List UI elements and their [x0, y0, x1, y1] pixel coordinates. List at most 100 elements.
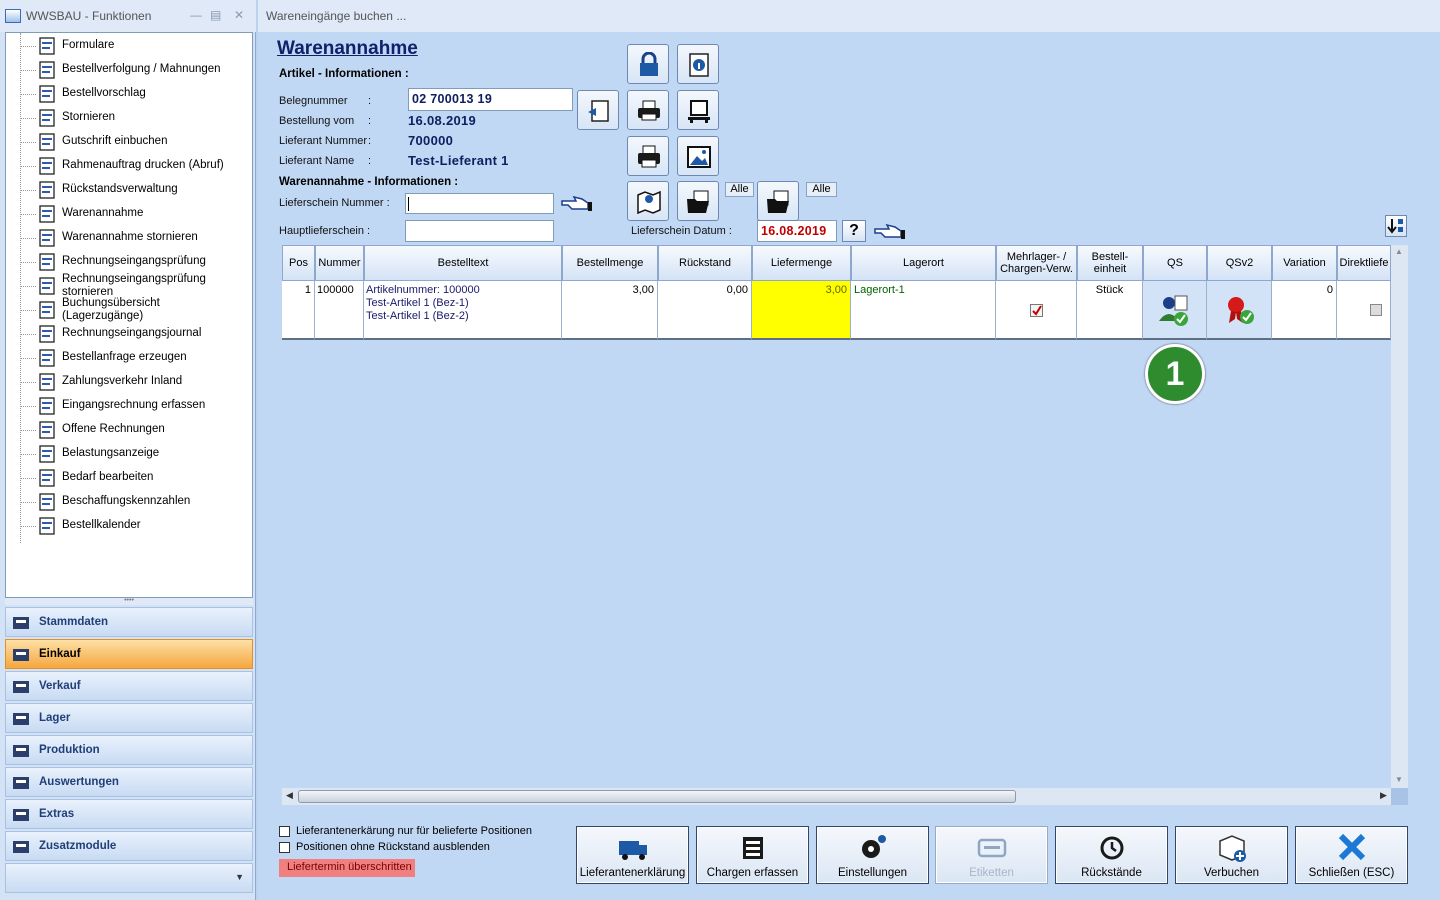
scroll-up-icon[interactable]: ▲	[1395, 247, 1403, 256]
column-header[interactable]: Rückstand	[658, 245, 752, 281]
direktlieferung-checkbox[interactable]	[1370, 304, 1382, 316]
scroll-down-icon[interactable]: ▼	[1395, 775, 1403, 784]
table-cell[interactable]: 0,00	[658, 281, 752, 340]
alle-button-2[interactable]: Alle	[806, 182, 837, 197]
tree-item[interactable]: Rückstandsverwaltung	[6, 178, 252, 202]
column-header[interactable]: QS	[1143, 245, 1207, 281]
table-cell[interactable]: 100000	[315, 281, 364, 340]
rückstände-button[interactable]: Rückstände	[1055, 826, 1168, 884]
column-header[interactable]: Lagerort	[851, 245, 996, 281]
open-folder-button-2[interactable]	[757, 181, 799, 221]
storage-button[interactable]	[677, 90, 719, 130]
lock-button[interactable]	[627, 44, 669, 84]
tree-item[interactable]: Warenannahme stornieren	[6, 226, 252, 250]
etiketten-button[interactable]: Etiketten	[935, 826, 1048, 884]
mehrlager-checkbox[interactable]	[1030, 304, 1043, 317]
qsv2-award-icon[interactable]	[1223, 293, 1257, 330]
help-button[interactable]: ?	[842, 220, 866, 242]
tree-item[interactable]: Formulare	[6, 34, 252, 58]
table-cell[interactable]	[996, 281, 1077, 340]
open-folder-button[interactable]	[677, 181, 719, 221]
close-window-icon[interactable]: ✕	[234, 8, 244, 22]
nav-produktion[interactable]: Produktion	[5, 735, 253, 765]
nav-verkauf[interactable]: Verkauf	[5, 671, 253, 701]
table-cell[interactable]: 0	[1272, 281, 1337, 340]
lieferantenerklärung-button[interactable]: Lieferantenerklärung	[576, 826, 689, 884]
chevron-down-icon[interactable]: ▼	[235, 872, 244, 882]
tree-item[interactable]: Rahmenauftrag drucken (Abruf)	[6, 154, 252, 178]
hauptlieferschein-input[interactable]	[405, 220, 554, 242]
lieferschein-nummer-input[interactable]	[405, 193, 554, 214]
vertical-scrollbar[interactable]: ▲ ▼	[1391, 245, 1408, 788]
table-cell[interactable]	[1337, 281, 1391, 340]
tree-item[interactable]: Bestellanfrage erzeugen	[6, 346, 252, 370]
tree-item[interactable]: Warenannahme	[6, 202, 252, 226]
column-header[interactable]: Mehrlager- / Chargen-Verw.	[996, 245, 1077, 281]
tree-item[interactable]: Bestellverfolgung / Mahnungen	[6, 58, 252, 82]
tree-item[interactable]: Buchungsübersicht (Lagerzugänge)	[6, 297, 252, 322]
table-cell[interactable]: Artikelnummer: 100000 Test-Artikel 1 (Bez…	[364, 281, 562, 340]
pointing-hand-icon[interactable]	[560, 193, 594, 215]
column-header[interactable]: Variation	[1272, 245, 1337, 281]
nav-extras[interactable]: Extras	[5, 799, 253, 829]
horizontal-scroll-thumb[interactable]	[298, 790, 1016, 803]
verbuchen-button[interactable]: Verbuchen	[1175, 826, 1288, 884]
tree-item[interactable]: Belastungsanzeige	[6, 442, 252, 466]
nav-auswertungen[interactable]: Auswertungen	[5, 767, 253, 797]
qs-certificate-icon[interactable]	[1157, 293, 1191, 330]
alle-button-1[interactable]: Alle	[725, 182, 754, 197]
column-header[interactable]: Pos	[282, 245, 315, 281]
tree-item[interactable]: Eingangsrechnung erfassen	[6, 394, 252, 418]
column-header[interactable]: Nummer	[315, 245, 364, 281]
map-button[interactable]	[627, 181, 669, 221]
minimize-icon[interactable]: —	[190, 8, 202, 22]
nav-zusatzmodule[interactable]: Zusatzmodule	[5, 831, 253, 861]
table-cell[interactable]: 1	[282, 281, 315, 340]
schließen-esc-button[interactable]: Schließen (ESC)	[1295, 826, 1408, 884]
column-header[interactable]: Bestellmenge	[562, 245, 658, 281]
lieferschein-datum-input[interactable]: 16.08.2019	[757, 220, 837, 242]
tree-item[interactable]: Offene Rechnungen	[6, 418, 252, 442]
column-header[interactable]: Liefermenge	[752, 245, 851, 281]
column-header[interactable]: Direktliefe	[1337, 245, 1391, 281]
image-button[interactable]	[677, 136, 719, 176]
tree-item[interactable]: Bestellvorschlag	[6, 82, 252, 106]
table-cell[interactable]	[1207, 281, 1272, 340]
nav-einkauf[interactable]: Einkauf	[5, 639, 253, 669]
nav-lager[interactable]: Lager	[5, 703, 253, 733]
belegnummer-input[interactable]: 02 700013 19	[408, 88, 573, 111]
tree-item[interactable]: Stornieren	[6, 106, 252, 130]
tree-item[interactable]: Rechnungseingangsprüfung stornieren	[6, 273, 252, 298]
column-header[interactable]: QSv2	[1207, 245, 1272, 281]
scroll-right-icon[interactable]: ▶	[1380, 790, 1387, 801]
hide-no-backlog-checkbox[interactable]	[279, 842, 290, 853]
table-cell[interactable]: 3,00	[562, 281, 658, 340]
table-cell[interactable]: Lagerort-1	[851, 281, 996, 340]
nav-stammdaten[interactable]: Stammdaten	[5, 607, 253, 637]
tree-item[interactable]: Zahlungsverkehr Inland	[6, 370, 252, 394]
einstellungen-button[interactable]: Einstellungen	[816, 826, 929, 884]
tree-item[interactable]: Beschaffungskennzahlen	[6, 490, 252, 514]
tree-item[interactable]: Gutschrift einbuchen	[6, 130, 252, 154]
pointing-hand-icon[interactable]	[873, 221, 907, 243]
table-cell[interactable]: 3,00	[752, 281, 851, 340]
column-header[interactable]: Bestelltext	[364, 245, 562, 281]
supplier-declaration-checkbox[interactable]	[279, 826, 290, 837]
print-button[interactable]	[627, 90, 669, 130]
chargen-erfassen-button[interactable]: Chargen erfassen	[696, 826, 809, 884]
sort-button[interactable]	[1385, 215, 1407, 237]
maximize-icon[interactable]: ▤	[210, 8, 221, 22]
tree-item[interactable]: Rechnungseingangsjournal	[6, 322, 252, 346]
splitter-grip[interactable]: ••••	[5, 597, 253, 605]
info-button[interactable]	[677, 44, 719, 84]
transfer-button[interactable]	[577, 90, 619, 130]
print-preview-button[interactable]	[627, 136, 669, 176]
table-cell[interactable]: Stück	[1077, 281, 1143, 340]
nav-overflow[interactable]: ▼	[5, 863, 253, 893]
column-header[interactable]: Bestell- einheit	[1077, 245, 1143, 281]
tree-item[interactable]: Rechnungseingangsprüfung	[6, 250, 252, 274]
tree-item[interactable]: Bestellkalender	[6, 514, 252, 538]
table-cell[interactable]	[1143, 281, 1207, 340]
tree-item[interactable]: Bedarf bearbeiten	[6, 466, 252, 490]
scroll-left-icon[interactable]: ◀	[286, 790, 293, 801]
